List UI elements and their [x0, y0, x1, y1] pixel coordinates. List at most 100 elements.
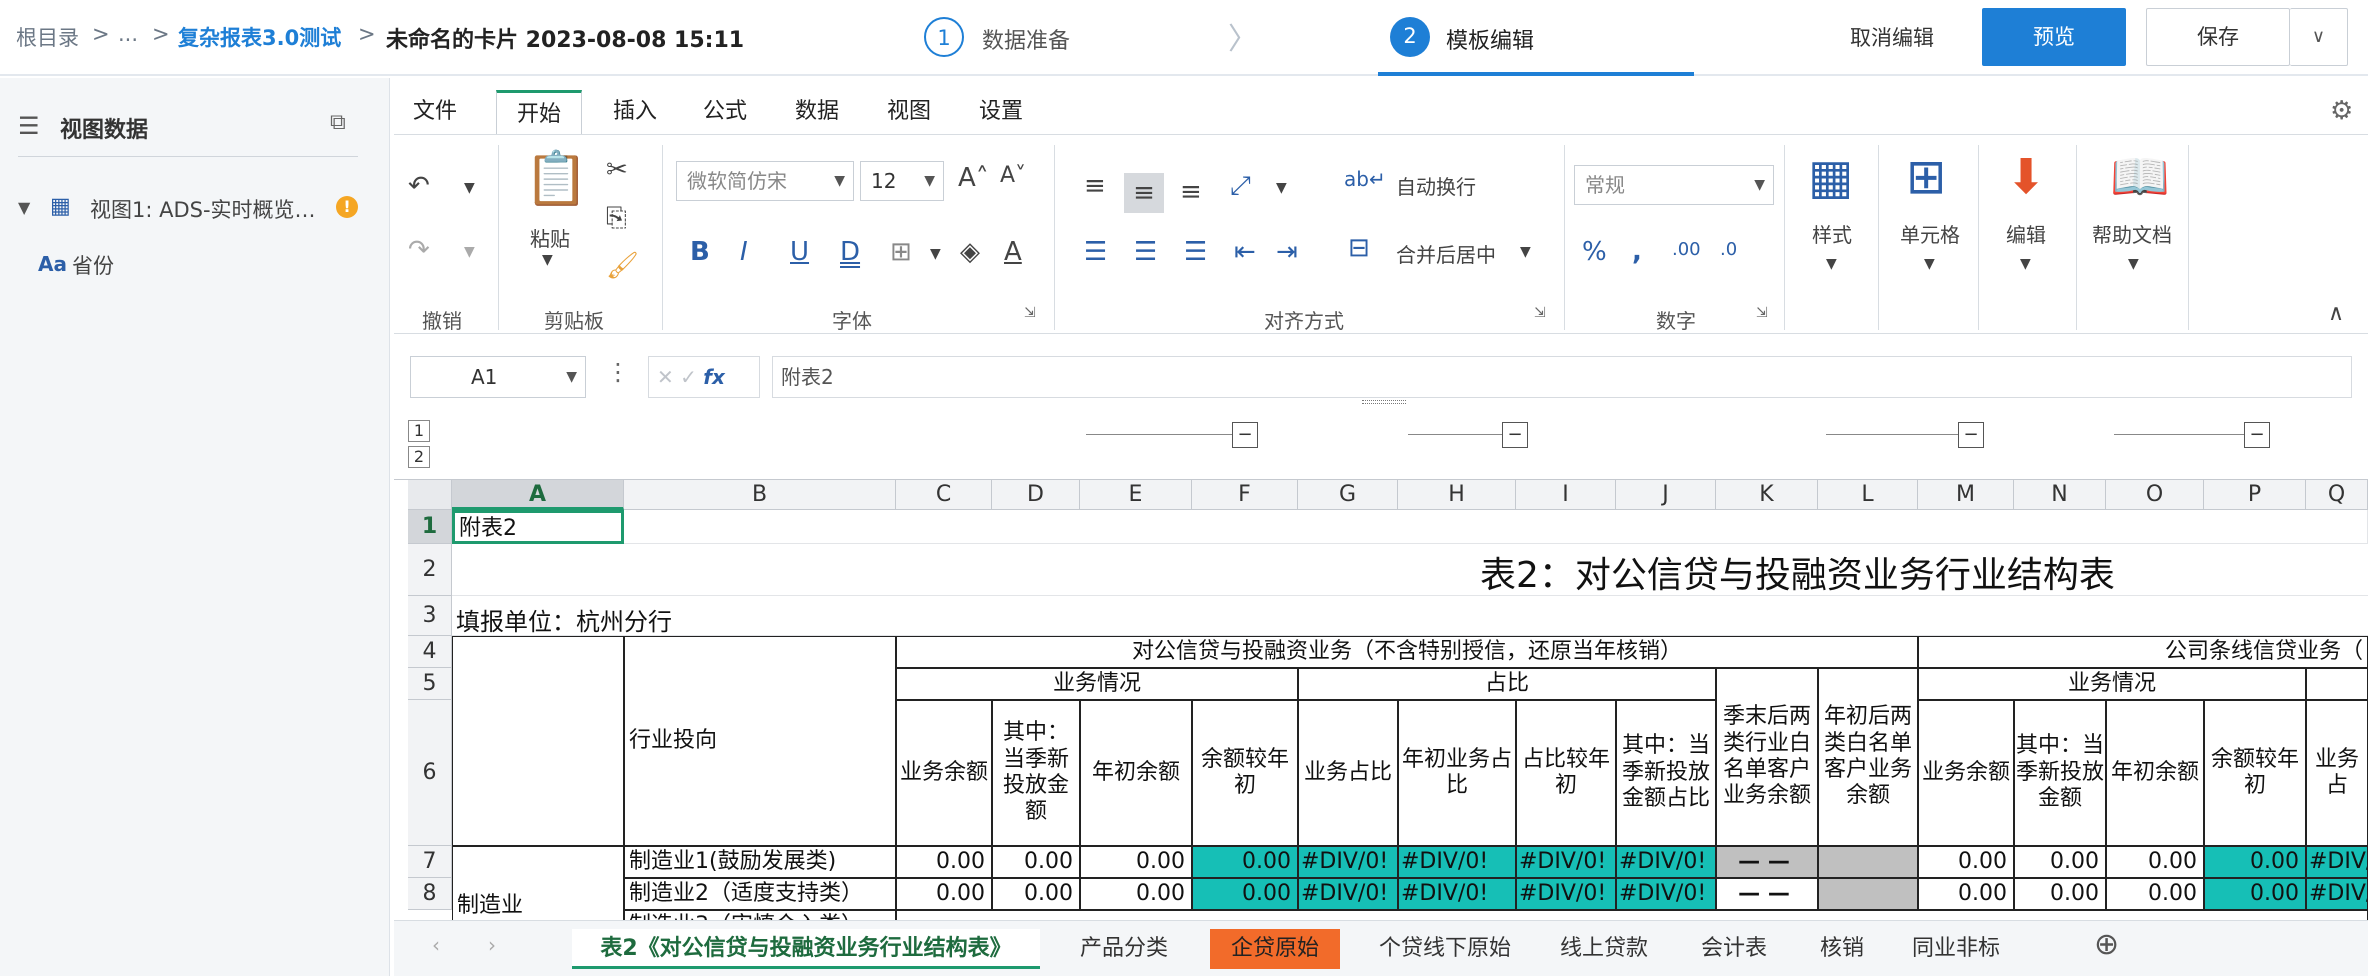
data-cell[interactable]: 0.00 [992, 846, 1080, 878]
breadcrumb-ellipsis[interactable]: ... [118, 22, 138, 46]
data-cell[interactable]: #DIV/0! [1516, 878, 1616, 910]
collapse-ribbon-icon[interactable]: ∧ [2328, 303, 2344, 325]
spreadsheet-grid[interactable]: 1 2 − − − − A B C D E F G H I J K L M N … [394, 410, 2368, 920]
column-header-d[interactable]: D [992, 480, 1080, 510]
edit-dropdown-icon[interactable]: ▼ [2020, 257, 2031, 271]
outline-collapse-button[interactable]: − [2244, 422, 2270, 448]
align-bottom-icon[interactable]: ≡ [1180, 179, 1202, 205]
column-header-a[interactable]: A [452, 480, 624, 510]
column-header-f[interactable]: F [1192, 480, 1298, 510]
industry-group-label[interactable]: 制造业 [452, 846, 624, 920]
data-cell[interactable]: 0.00 [992, 878, 1080, 910]
font-name-select[interactable]: 微软简仿宋 ▼ [676, 161, 854, 201]
font-size-select[interactable]: 12 ▼ [860, 161, 944, 201]
wrap-text-icon[interactable]: ab↵ [1344, 169, 1386, 189]
data-cell[interactable]: #DIV/0! [2306, 846, 2368, 878]
column-header-c[interactable]: C [896, 480, 992, 510]
select-all-corner[interactable] [408, 480, 452, 510]
name-box[interactable]: A1 ▼ [410, 356, 586, 398]
header-business-2[interactable]: 业务情况 [1918, 668, 2306, 700]
data-cell[interactable]: #DIV/0! [1616, 846, 1716, 878]
tab-view[interactable]: 视图 [876, 90, 942, 134]
align-center-icon[interactable]: ☰ [1134, 239, 1157, 265]
increase-indent-icon[interactable]: ⇥ [1276, 239, 1298, 265]
header-d[interactable]: 其中：当季新投放金额 [992, 700, 1080, 846]
font-dialog-launcher-icon[interactable]: ⇲ [1024, 305, 1036, 321]
tab-insert[interactable]: 插入 [602, 90, 668, 134]
column-header-k[interactable]: K [1716, 480, 1818, 510]
tab-settings[interactable]: 设置 [968, 90, 1034, 134]
decrease-font-icon[interactable]: A˅ [1000, 165, 1026, 187]
header-h[interactable]: 年初业务占比 [1398, 700, 1516, 846]
header-business[interactable]: 业务情况 [896, 668, 1298, 700]
gear-icon[interactable]: ⚙ [2330, 96, 2353, 126]
number-dialog-launcher-icon[interactable]: ⇲ [1756, 305, 1768, 321]
resize-handle[interactable] [1362, 400, 1406, 404]
column-header-b[interactable]: B [624, 480, 896, 510]
italic-icon[interactable]: I [740, 239, 748, 265]
cancel-edit-button[interactable]: 取消编辑 [1850, 22, 1934, 52]
row-header-8[interactable]: 8 [408, 878, 452, 910]
column-header-h[interactable]: H [1398, 480, 1516, 510]
header-q[interactable]: 业务占 [2306, 700, 2368, 846]
merge-center-icon[interactable]: ⊟ [1348, 235, 1370, 261]
header-blank-q[interactable] [2306, 668, 2368, 700]
copy-format-icon[interactable]: ⎘ [606, 205, 627, 231]
more-vertical-icon[interactable]: ⋮ [606, 358, 630, 386]
sheet-tab-personal-offline[interactable]: 个贷线下原始 [1362, 929, 1528, 969]
data-cell[interactable]: 0.00 [1080, 846, 1192, 878]
tab-data[interactable]: 数据 [784, 90, 850, 134]
header-corp-credit[interactable]: 对公信贷与投融资业务（不含特别授信，还原当年核销） [896, 636, 1918, 668]
fill-color-icon[interactable]: ◈ [960, 239, 980, 265]
redo-icon[interactable]: ↷ [408, 237, 430, 263]
sheet-tab-writeoff[interactable]: 核销 [1804, 929, 1880, 969]
row-header-4[interactable]: 4 [408, 636, 452, 668]
header-k[interactable]: 季末后两类行业白名单客户业务余额 [1716, 668, 1818, 846]
border-icon[interactable]: ⊞ [890, 239, 912, 265]
help-doc-icon[interactable]: 📖 [2110, 153, 2170, 201]
column-header-p[interactable]: P [2204, 480, 2306, 510]
row-8-label[interactable]: 制造业2（适度支持类） [624, 878, 896, 910]
header-m[interactable]: 业务余额 [1918, 700, 2014, 846]
underline-icon[interactable]: U [790, 239, 809, 265]
header-c[interactable]: 业务余额 [896, 700, 992, 846]
breadcrumb-project[interactable]: 复杂报表3.0测试 [178, 22, 341, 52]
increase-font-icon[interactable]: A˄ [958, 165, 989, 191]
header-n[interactable]: 其中：当季新投放金额 [2014, 700, 2106, 846]
tab-home[interactable]: 开始 [496, 90, 582, 134]
scroll-left-icon[interactable]: ‹ [432, 933, 440, 957]
edit-label[interactable]: 编辑 [2006, 219, 2046, 248]
header-ratio[interactable]: 占比 [1298, 668, 1716, 700]
sidebar-field-province[interactable]: 省份 [72, 250, 114, 280]
sheet-tab-accounting[interactable]: 会计表 [1684, 929, 1784, 969]
row-9-label[interactable]: 制造业3（审慎介入类） [624, 910, 896, 920]
step-1-label[interactable]: 数据准备 [982, 23, 1070, 55]
number-format-select[interactable]: 常规 ▼ [1574, 165, 1774, 205]
data-cell[interactable]: 0.00 [1080, 878, 1192, 910]
header-corp-line-credit[interactable]: 公司条线信贷业务（ [1918, 636, 2368, 668]
style-icon[interactable]: ▦ [1808, 153, 1853, 201]
decrease-indent-icon[interactable]: ⇤ [1234, 239, 1256, 265]
cancel-icon[interactable]: ✕ [657, 365, 674, 389]
data-cell[interactable]: #DIV/0! [1298, 846, 1398, 878]
data-cell[interactable]: 0.00 [2014, 846, 2106, 878]
data-cell[interactable] [1818, 878, 1918, 910]
row-header-1[interactable]: 1 [408, 510, 452, 544]
undo-icon[interactable]: ↶ [408, 173, 430, 199]
align-middle-icon[interactable]: ≡ [1124, 173, 1164, 213]
sheet-tab-interbank[interactable]: 同业非标 [1898, 929, 2014, 969]
outline-collapse-button[interactable]: − [1502, 422, 1528, 448]
table-title[interactable]: 表2：对公信贷与投融资业务行业结构表 [1480, 546, 2115, 598]
caret-down-icon[interactable]: ▼ [18, 198, 30, 217]
header-l[interactable]: 年初后两类白名单客户业务余额 [1818, 668, 1918, 846]
sidebar-tree-item-view1[interactable]: 视图1: ADS-实时概览… [90, 194, 316, 224]
sheet-tab-corp-raw[interactable]: 企贷原始 [1210, 929, 1340, 969]
data-cell[interactable]: 0.00 [1918, 878, 2014, 910]
paste-dropdown-icon[interactable]: ▼ [542, 253, 553, 267]
row-header-5[interactable]: 5 [408, 668, 452, 700]
row-7-label[interactable]: 制造业1(鼓励发展类) [624, 846, 896, 878]
paste-icon[interactable]: 📋 [524, 153, 589, 205]
edit-icon[interactable]: ⬇ [2006, 153, 2046, 201]
data-cell[interactable]: #DIV/0! [1616, 878, 1716, 910]
orientation-dropdown-icon[interactable]: ▼ [1276, 181, 1287, 195]
